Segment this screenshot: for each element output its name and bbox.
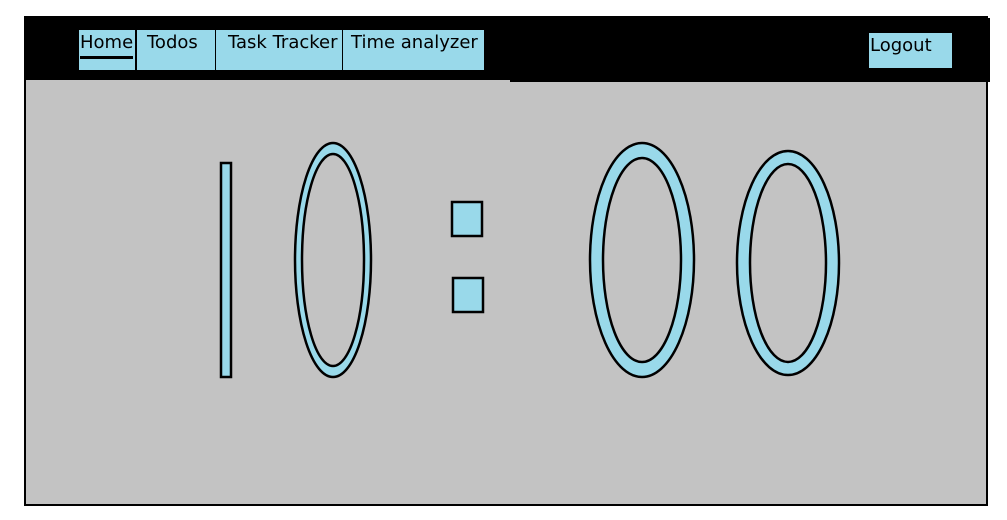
clock-digit-0-third [735, 149, 841, 377]
clock-colon [450, 200, 485, 314]
clock-digit-0-second [588, 141, 696, 379]
colon-bottom-dot [451, 276, 485, 314]
clock-display [219, 141, 841, 379]
clock-digit-0-first [293, 141, 373, 379]
app-window: Home Todos Task Tracker Time analyzer Lo… [24, 16, 990, 506]
clock-digit-1 [219, 161, 233, 379]
colon-top-dot [450, 200, 484, 238]
